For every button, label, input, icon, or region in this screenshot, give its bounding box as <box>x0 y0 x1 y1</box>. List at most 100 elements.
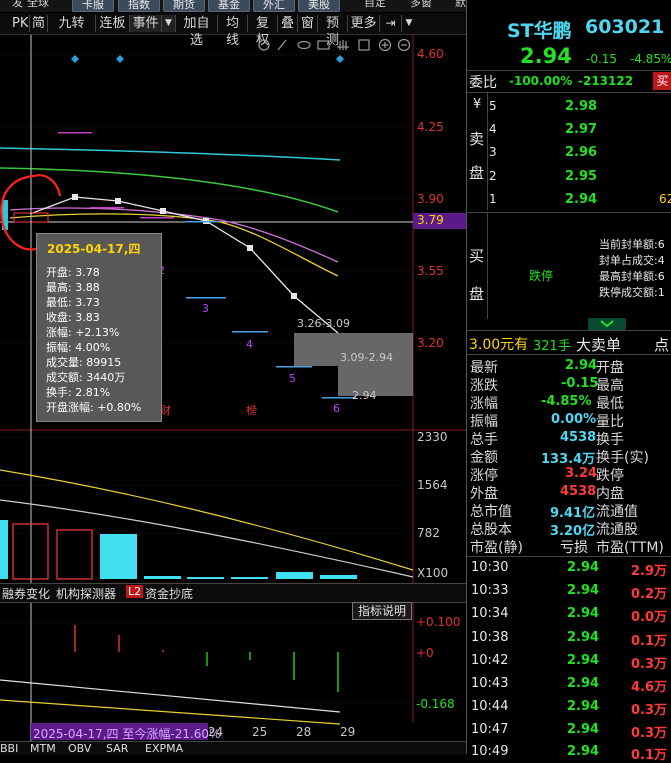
volume-bar <box>100 534 137 579</box>
pk-button[interactable]: PK <box>10 15 30 32</box>
big-order-label: 大卖单 <box>576 336 622 354</box>
stat-value: 4538 <box>560 430 597 445</box>
draw-icon[interactable] <box>277 39 287 51</box>
date-tick: 28 <box>296 725 312 739</box>
sell-side-label: 盘 <box>469 164 485 182</box>
candle-flat[interactable] <box>232 331 268 333</box>
tooltip-row: 涨幅: +2.13% <box>46 326 120 339</box>
indicator-bars <box>74 625 339 692</box>
candle-flat[interactable] <box>90 207 124 209</box>
lianban-button[interactable]: 连板 <box>96 15 130 32</box>
toolbar-dropdown-icon[interactable]: ▼ <box>402 15 416 32</box>
stat-label: 市盈(TTM) <box>596 540 664 556</box>
indicator-help-button[interactable]: 指标说明 <box>352 602 412 620</box>
menu-item-us-stocks[interactable]: 美股 <box>298 0 340 12</box>
jiuzhuan-button[interactable]: 九转 <box>48 15 96 32</box>
candle-flat[interactable] <box>58 132 92 134</box>
tooltip-row: 开盘涨幅: +0.80% <box>46 401 142 414</box>
chart-toolbar: PK 简 九转 连板 事件 ▼ 加自选 均线 复权 叠 窗 预测 更多 ⇥ ▼ <box>0 13 466 48</box>
tab-bbi[interactable]: BBI <box>0 742 18 755</box>
menu-item-forex[interactable]: 外汇 <box>253 0 295 12</box>
tick-price: 2.94 <box>567 630 600 645</box>
stat-value: -0.15 <box>561 376 599 391</box>
limit-down-status: 跌停 <box>529 269 554 283</box>
tab-obv[interactable]: OBV <box>68 742 91 755</box>
menu-item-fa[interactable]: 发 <box>12 0 23 9</box>
menu-item-custom[interactable]: 自定 <box>364 0 386 9</box>
tick-time: 10:38 <box>471 630 509 645</box>
menu-item-global[interactable]: 全球 <box>27 0 49 9</box>
candle-flat[interactable] <box>140 217 174 219</box>
stat-value: 亏损 <box>560 540 588 556</box>
tab-sar[interactable]: SAR <box>106 742 128 755</box>
big-order-volume: 321手 <box>533 339 571 354</box>
date-tick: 25 <box>252 725 268 739</box>
add-watchlist-button[interactable]: 加自选 <box>176 15 218 48</box>
simple-button[interactable]: 简 <box>30 15 48 32</box>
lock-icon[interactable] <box>317 40 330 50</box>
candle-flat[interactable] <box>185 221 219 223</box>
candle-flat[interactable] <box>276 366 312 368</box>
range-label-2: 3.09-2.94 <box>340 351 393 364</box>
events-dropdown-icon[interactable]: ▼ <box>162 15 176 32</box>
chevron-down-icon <box>600 320 614 328</box>
stat-label: 流通值 <box>596 504 638 520</box>
stat-value: 3.24 <box>565 466 598 481</box>
tab-institution-detector[interactable]: 机构探测器 <box>56 585 116 602</box>
menu-item-funds[interactable]: 基金 <box>208 0 250 12</box>
tooltip-row: 开盘: 3.78 <box>46 266 100 279</box>
stat-label: 金额 <box>470 450 498 466</box>
adjust-button[interactable]: 复权 <box>248 15 278 48</box>
menu-item-kaifu[interactable]: 卡服 <box>72 0 114 12</box>
range-label-1: 3.26-3.09 <box>297 317 350 330</box>
overlay-button[interactable]: 叠 <box>278 15 298 32</box>
tick-time: 10:43 <box>471 676 509 691</box>
candle-flat[interactable] <box>186 297 226 299</box>
chart-tool-icons <box>258 38 411 52</box>
candle-flat[interactable] <box>322 397 356 399</box>
tab-mtm[interactable]: MTM <box>30 742 56 755</box>
big-order-extra[interactable]: 点 <box>654 334 669 355</box>
menu-item-index[interactable]: 指数 <box>118 0 160 12</box>
tick-volume: 0.0万 <box>631 610 668 625</box>
stat-label: 开盘 <box>596 360 624 376</box>
window-button[interactable]: 窗 <box>298 15 318 32</box>
menu-item-futures[interactable]: 期货 <box>163 0 205 12</box>
ma-button[interactable]: 均线 <box>218 15 248 48</box>
sell-level-num: 2 <box>489 169 497 183</box>
sell-divider <box>487 92 488 210</box>
stat-label: 流通股 <box>596 522 638 538</box>
volume-bar <box>231 577 268 579</box>
menu-item-multi-window[interactable]: 多窗 <box>410 0 432 9</box>
indicator-tabs: 融券变化 机构探测器 L2 资金抄底 <box>0 583 466 603</box>
event-diamond[interactable] <box>71 55 79 63</box>
tick-volume: 0.3万 <box>631 726 668 741</box>
sell-level-price: 2.94 <box>565 192 598 207</box>
buy-tag[interactable]: 买 <box>653 72 671 90</box>
forecast-button[interactable]: 预测 <box>318 15 348 48</box>
more-button[interactable]: 更多 <box>348 15 380 32</box>
tick-price: 2.94 <box>567 653 600 668</box>
hand-icon[interactable] <box>337 40 349 50</box>
current-price: 2.94 <box>520 44 572 68</box>
stat-label: 换手 <box>596 432 624 448</box>
events-button[interactable]: 事件 <box>130 15 162 32</box>
event-diamond[interactable] <box>116 55 124 63</box>
event-diamond[interactable] <box>336 55 344 63</box>
tick-price: 2.94 <box>567 583 600 598</box>
indicator-tick: -0.168 <box>416 697 455 711</box>
price-change-pct: -4.85% <box>630 52 671 66</box>
sell-level-num: 4 <box>489 122 497 136</box>
tab-margin-change[interactable]: 融券变化 <box>2 585 50 602</box>
settings-icon[interactable] <box>258 39 270 51</box>
collapse-tab[interactable] <box>588 318 626 330</box>
tab-fund-bottom[interactable]: 资金抄底 <box>145 585 193 602</box>
eye-icon[interactable] <box>297 40 311 50</box>
event-label-rank[interactable]: 榜 <box>246 402 257 418</box>
price-tick: 4.25 <box>417 120 444 134</box>
last-price-label: 2.94 <box>352 389 377 402</box>
price-tick: 4.60 <box>417 47 444 61</box>
tab-expma[interactable]: EXPMA <box>145 742 183 755</box>
exit-icon[interactable]: ⇥ <box>380 15 402 32</box>
frame-icon[interactable] <box>358 39 370 51</box>
